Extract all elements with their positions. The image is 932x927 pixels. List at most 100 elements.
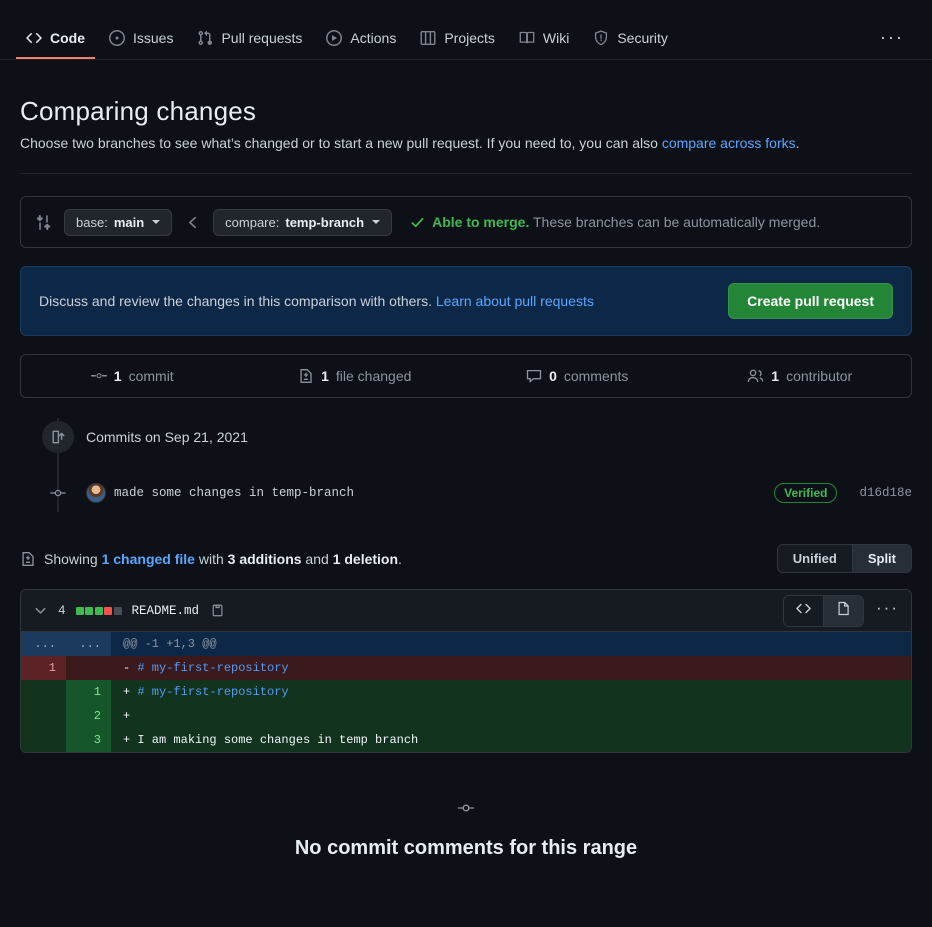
check-icon xyxy=(410,215,425,230)
copy-icon[interactable] xyxy=(211,603,226,618)
stat-files-value: 1 xyxy=(321,368,329,384)
diff-gutter-new: 1 xyxy=(66,680,111,704)
nav-tab-issues-label: Issues xyxy=(133,30,174,46)
discuss-text: Discuss and review the changes in this c… xyxy=(39,293,436,309)
stat-commits-label: commit xyxy=(128,368,174,384)
nav-tab-wiki-label: Wiki xyxy=(542,30,570,46)
diff-markdown-heading: # my-first-repository xyxy=(137,661,289,675)
showing-mid: with xyxy=(194,550,228,567)
stat-comments-value: 0 xyxy=(549,368,557,384)
git-commit-push-icon xyxy=(42,421,74,453)
merge-status: Able to merge. These branches can be aut… xyxy=(410,214,820,230)
showing-period: . xyxy=(398,550,402,567)
additions-count: 3 additions xyxy=(227,550,302,567)
diff-line-hunk: ... ... @@ -1 +1,3 @@ xyxy=(21,632,911,656)
play-icon xyxy=(326,30,343,46)
stat-comments-label: comments xyxy=(563,368,629,384)
timeline-date-row: Commits on Sep 21, 2021 xyxy=(20,418,912,456)
diff-summary: Showing 1 changed file with 3 additions … xyxy=(20,551,402,567)
pull-request-banner: Discuss and review the changes in this c… xyxy=(20,266,912,336)
diff-marker: + xyxy=(123,685,138,699)
diff-code-addition: + # my-first-repository xyxy=(111,680,911,704)
merge-status-rest: These branches can be automatically merg… xyxy=(529,214,821,230)
view-file-button[interactable] xyxy=(823,595,864,626)
stat-contributors[interactable]: 1 contributor xyxy=(689,355,912,397)
nav-overflow-button[interactable]: ··· xyxy=(868,20,916,59)
nav-tab-security[interactable]: Security xyxy=(583,22,678,59)
diff-code-addition: + xyxy=(111,704,911,728)
commit-sha[interactable]: d16d18e xyxy=(859,486,912,500)
file-options-button[interactable]: ··· xyxy=(876,599,899,622)
learn-about-pull-requests-link[interactable]: Learn about pull requests xyxy=(436,293,594,309)
commits-timeline: Commits on Sep 21, 2021 made some change… xyxy=(20,418,912,512)
stat-comments[interactable]: 0 comments xyxy=(466,355,689,397)
diff-stat-block-del xyxy=(104,606,113,615)
compare-branch-prefix: compare: xyxy=(225,214,280,230)
git-compare-icon xyxy=(35,214,52,231)
verified-badge[interactable]: Verified xyxy=(774,483,838,503)
compare-branch-selector[interactable]: compare: temp-branch xyxy=(213,208,393,236)
git-commit-icon xyxy=(90,368,107,384)
avatar[interactable] xyxy=(86,483,106,503)
showing-and: and xyxy=(301,550,333,567)
commit-row: made some changes in temp-branch Verifie… xyxy=(20,474,912,512)
diff-code-deletion: - # my-first-repository xyxy=(111,656,911,680)
pull-request-banner-text: Discuss and review the changes in this c… xyxy=(39,293,594,309)
diff-line-addition[interactable]: 1 + # my-first-repository xyxy=(21,680,911,704)
nav-tab-wiki[interactable]: Wiki xyxy=(509,22,579,59)
diff-code-text: I am making some changes in temp branch xyxy=(137,733,419,747)
file-change-count: 4 xyxy=(58,603,66,618)
commit-message[interactable]: made some changes in temp-branch xyxy=(114,486,354,500)
changed-file-link[interactable]: 1 changed file xyxy=(102,551,195,567)
diff-code-addition: + I am making some changes in temp branc… xyxy=(111,728,911,752)
nav-tab-actions[interactable]: Actions xyxy=(316,22,406,59)
chevron-down-icon xyxy=(152,220,161,224)
nav-tab-projects-label: Projects xyxy=(444,30,495,46)
diff-marker: + xyxy=(123,709,138,723)
stat-contributors-label: contributor xyxy=(786,368,853,384)
diff-line-addition[interactable]: 2 + xyxy=(21,704,911,728)
view-source-button[interactable] xyxy=(784,595,824,626)
showing-prefix: Showing xyxy=(44,550,102,567)
stat-files-changed[interactable]: 1 file changed xyxy=(244,355,467,397)
diff-line-addition[interactable]: 3 + I am making some changes in temp bra… xyxy=(21,728,911,752)
comment-icon xyxy=(526,368,542,384)
diff-gutter-new: ... xyxy=(66,632,111,656)
nav-tab-pull-requests-label: Pull requests xyxy=(221,30,303,46)
compare-across-forks-link[interactable]: compare across forks xyxy=(662,135,796,151)
commit-main: made some changes in temp-branch xyxy=(86,483,354,503)
diff-line-deletion[interactable]: 1 - # my-first-repository xyxy=(21,656,911,680)
file-icon xyxy=(836,601,851,621)
file-actions: ··· xyxy=(783,594,899,627)
diff-body: ... ... @@ -1 +1,3 @@ 1 - # my-first-rep… xyxy=(21,632,911,752)
nav-tab-issues[interactable]: Issues xyxy=(99,22,183,59)
nav-tab-code-label: Code xyxy=(50,30,85,46)
diff-gutter-old: ... xyxy=(21,632,66,656)
commit-comments-footer: No commit comments for this range xyxy=(20,799,912,860)
nav-tab-actions-label: Actions xyxy=(350,30,397,46)
stat-commits[interactable]: 1 commit xyxy=(21,355,244,397)
diff-stat-block-add xyxy=(75,606,84,615)
nav-tab-pull-requests[interactable]: Pull requests xyxy=(187,22,312,59)
diff-stat-blocks xyxy=(75,606,122,615)
diff-hunk-header: @@ -1 +1,3 @@ xyxy=(123,637,217,651)
file-name[interactable]: README.md xyxy=(132,604,200,618)
create-pull-request-button[interactable]: Create pull request xyxy=(728,283,893,319)
merge-status-bold: Able to merge. xyxy=(432,214,530,230)
split-view-button[interactable]: Split xyxy=(851,545,911,572)
page-title: Comparing changes xyxy=(20,96,257,126)
diff-gutter-new: 2 xyxy=(66,704,111,728)
chevron-down-icon[interactable] xyxy=(33,603,48,618)
nav-tab-security-label: Security xyxy=(617,30,668,46)
base-branch-prefix: base: xyxy=(76,214,108,230)
base-branch-value: main xyxy=(113,214,145,230)
base-branch-selector[interactable]: base: main xyxy=(64,208,173,236)
nav-tab-projects[interactable]: Projects xyxy=(410,22,505,59)
unified-view-button[interactable]: Unified xyxy=(777,545,852,572)
deletions-count: 1 deletion xyxy=(332,550,399,567)
file-diff-icon xyxy=(20,551,36,567)
file-diff-card: 4 README.md ··· ... ... @@ -1 +1,3 @@ 1 … xyxy=(20,589,912,753)
nav-tab-code[interactable]: Code xyxy=(16,22,95,59)
table-icon xyxy=(420,30,436,46)
compare-branch-value: temp-branch xyxy=(285,214,365,230)
